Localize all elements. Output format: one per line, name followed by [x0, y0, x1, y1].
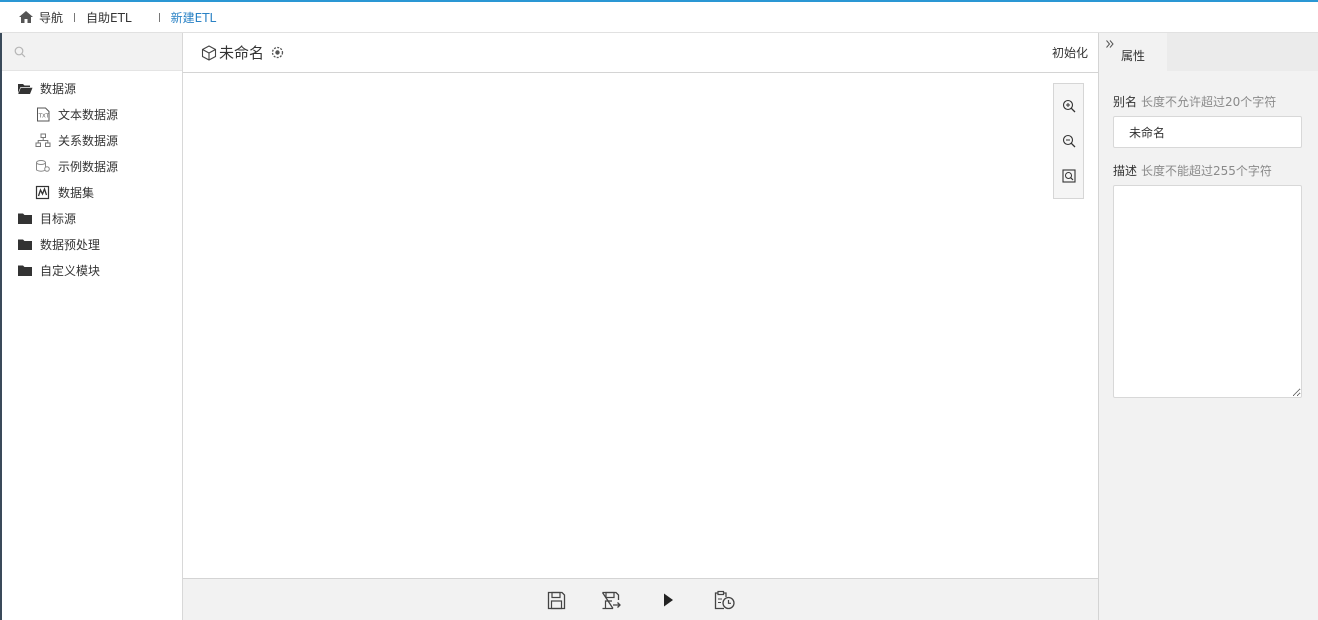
alias-hint: 长度不允许超过20个字符 [1141, 95, 1277, 109]
description-label: 描述 [1113, 164, 1138, 178]
properties-tabs: 属性 [1099, 33, 1318, 71]
properties-form: 别名长度不允许超过20个字符 描述长度不能超过255个字符 [1099, 71, 1318, 401]
tree-item-dataset[interactable]: 数据集 [2, 179, 182, 205]
tree-item-text-datasource[interactable]: TXT 文本数据源 [2, 101, 182, 127]
home-icon [19, 11, 33, 23]
properties-panel: 属性 别名长度不允许超过20个字符 描述长度不能超过255个字符 [1098, 33, 1318, 620]
breadcrumb-self-etl-label: 自助ETL [86, 10, 132, 25]
breadcrumb-nav-label: 导航 [39, 10, 64, 25]
tree-item-label: 文本数据源 [58, 107, 119, 122]
tree-folder-datasource[interactable]: 数据源 [2, 75, 182, 101]
search-input[interactable] [30, 41, 180, 62]
editor-title: 未命名 [201, 42, 284, 63]
cube-icon [201, 44, 217, 61]
tree-item-label: 关系数据源 [58, 133, 119, 148]
zoom-fit-icon [1061, 169, 1076, 183]
tree-item-relation-datasource[interactable]: 关系数据源 [2, 127, 182, 153]
breadcrumb-self-etl[interactable]: 自助ETL [86, 9, 132, 26]
play-icon [664, 593, 673, 607]
run-button[interactable] [657, 589, 679, 611]
double-chevron-right-icon[interactable] [1105, 39, 1115, 49]
etl-canvas[interactable] [183, 73, 1098, 578]
tree-item-sample-datasource[interactable]: 示例数据源 [2, 153, 182, 179]
description-hint: 长度不能超过255个字符 [1141, 164, 1272, 178]
text-datasource-icon: TXT [37, 107, 50, 121]
save-as-button[interactable] [600, 589, 622, 611]
save-icon [547, 591, 565, 609]
description-field-label: 描述 长度不能超过255个字符 [1113, 162, 1303, 179]
sidebar-search [2, 33, 182, 71]
zoom-out-button[interactable] [1059, 131, 1079, 151]
editor-title-text: 未命名 [219, 44, 265, 62]
zoom-out-icon [1062, 134, 1075, 148]
sidebar: 数据源 TXT 文本数据源 关系数据源 示例数据源 数据集 目标源 数据预处理 … [0, 33, 183, 620]
breadcrumb-separator [158, 12, 160, 22]
tree-folder-label: 数据预处理 [40, 237, 101, 252]
zoom-toolbar [1053, 83, 1084, 199]
folder-icon [18, 239, 32, 250]
description-textarea[interactable] [1113, 185, 1302, 398]
alias-input[interactable] [1113, 116, 1302, 148]
save-button[interactable] [545, 589, 567, 611]
dataset-icon [35, 185, 50, 199]
init-button[interactable]: 初始化 [1052, 44, 1088, 61]
folder-icon [18, 213, 32, 224]
tree-folder-label: 自定义模块 [40, 263, 101, 278]
tree-folder-label: 数据源 [40, 81, 77, 96]
tree-folder-preprocess[interactable]: 数据预处理 [2, 231, 182, 257]
alias-field-label: 别名 长度不允许超过20个字符 [1113, 93, 1303, 110]
breadcrumb: 导航 自助ETL 新建ETL [0, 0, 1318, 33]
bottom-toolbar [183, 578, 1098, 620]
gear-icon[interactable] [271, 46, 284, 59]
breadcrumb-separator [74, 12, 76, 22]
tree-folder-label: 目标源 [40, 211, 77, 226]
zoom-in-button[interactable] [1059, 96, 1079, 116]
folder-open-icon [18, 83, 33, 94]
tree-folder-custom[interactable]: 自定义模块 [2, 257, 182, 283]
sample-datasource-icon [36, 159, 50, 172]
breadcrumb-current-label: 新建ETL [170, 10, 217, 25]
breadcrumb-nav[interactable]: 导航 [18, 9, 63, 26]
breadcrumb-current[interactable]: 新建ETL [171, 9, 217, 26]
search-icon [14, 46, 26, 57]
tab-properties-label: 属性 [1121, 49, 1146, 63]
schedule-icon [714, 590, 735, 610]
zoom-in-icon [1062, 99, 1075, 113]
zoom-fit-button[interactable] [1059, 166, 1079, 186]
tree-item-label: 示例数据源 [58, 159, 119, 174]
schedule-button[interactable] [713, 589, 735, 611]
tree-folder-target[interactable]: 目标源 [2, 205, 182, 231]
relation-datasource-icon [35, 133, 51, 147]
tree-item-label: 数据集 [58, 185, 95, 200]
save-as-icon [601, 591, 621, 609]
module-tree: 数据源 TXT 文本数据源 关系数据源 示例数据源 数据集 目标源 数据预处理 … [2, 71, 182, 283]
folder-icon [18, 265, 32, 276]
editor-header: 未命名 初始化 [183, 33, 1098, 73]
alias-label: 别名 [1113, 95, 1138, 109]
svg-text:TXT: TXT [38, 113, 50, 119]
